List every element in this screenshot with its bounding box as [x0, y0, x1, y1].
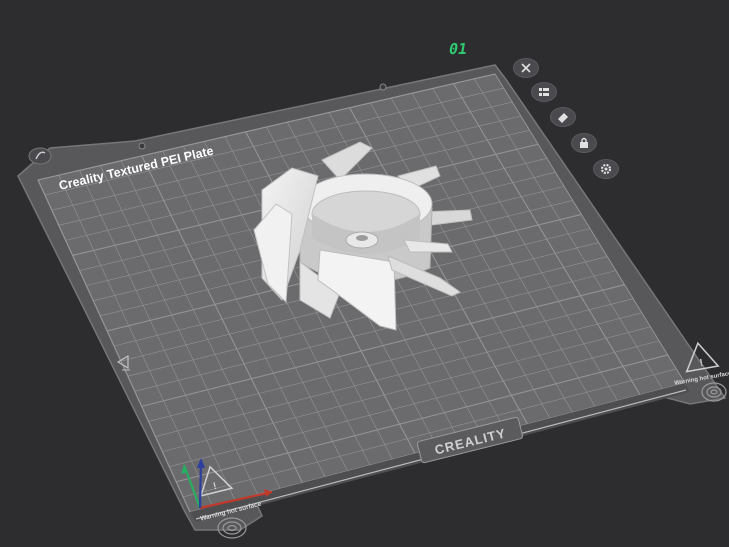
- arrange-button[interactable]: [531, 82, 557, 102]
- plate-settings-button[interactable]: [593, 159, 619, 179]
- frame-screw: [138, 142, 146, 150]
- leaf-icon: [28, 147, 52, 165]
- plate-number-label: 01: [447, 40, 469, 58]
- close-plate-button[interactable]: [513, 58, 539, 78]
- lock-plate-button[interactable]: [571, 133, 597, 153]
- list-icon: [539, 88, 549, 96]
- close-icon: [521, 63, 531, 73]
- svg-text:!: !: [699, 358, 704, 369]
- 3d-viewport[interactable]: CREALITY Creality Textured PEI Plate ! W…: [0, 0, 729, 547]
- eraser-icon: [558, 113, 568, 123]
- lock-icon: [580, 137, 588, 148]
- orient-button[interactable]: [550, 107, 576, 127]
- gear-icon: [600, 163, 612, 175]
- frame-screw: [379, 83, 387, 91]
